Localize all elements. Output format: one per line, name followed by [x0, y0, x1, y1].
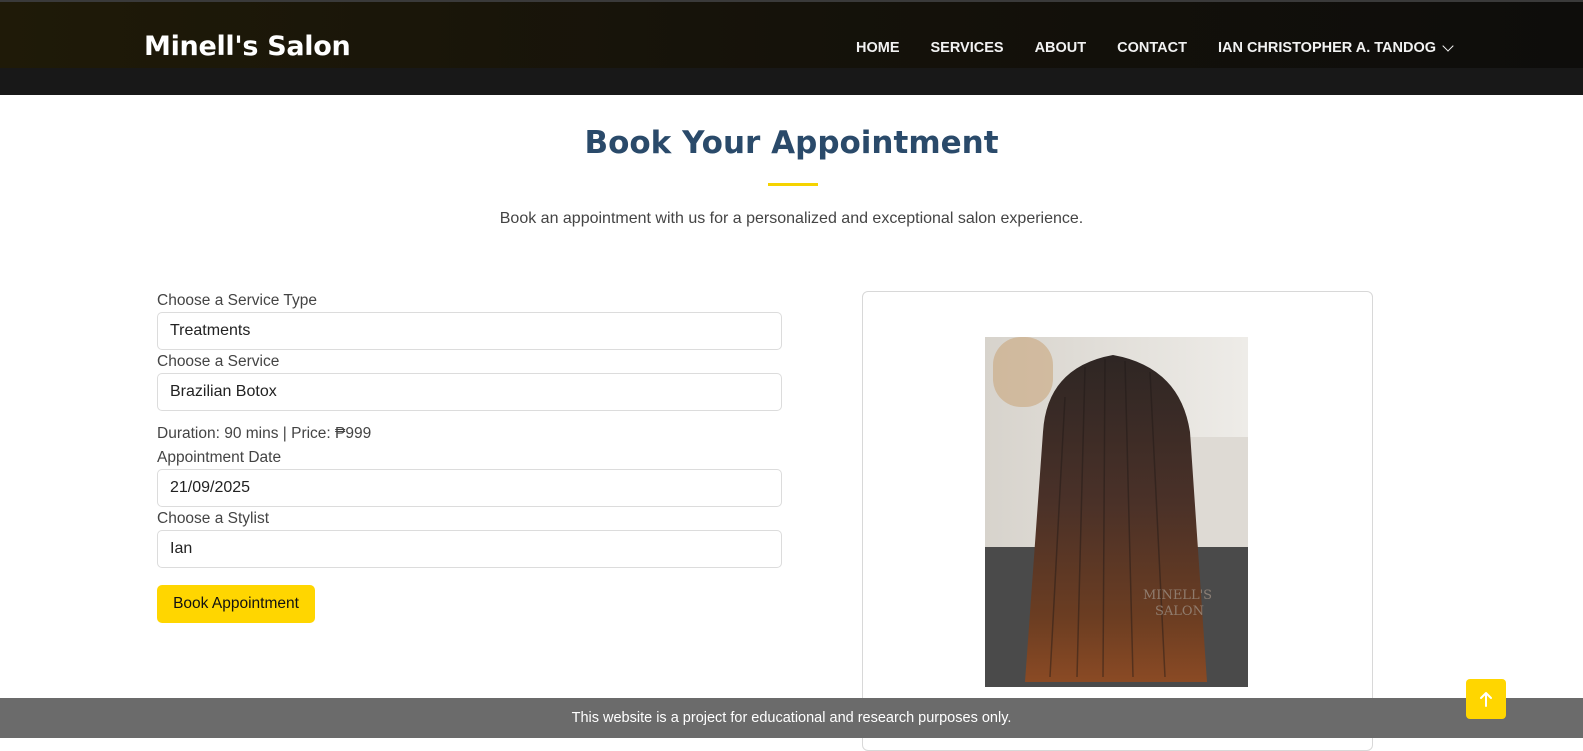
nav-about[interactable]: ABOUT	[1035, 40, 1087, 56]
navbar: Minell's Salon HOME SERVICES ABOUT CONTA…	[0, 2, 1583, 68]
brand-logo[interactable]: Minell's Salon	[144, 31, 351, 62]
service-select[interactable]: Brazilian Botox	[157, 373, 782, 411]
title-underline	[768, 183, 818, 186]
main-nav: HOME SERVICES ABOUT CONTACT IAN CHRISTOP…	[856, 39, 1454, 56]
service-type-label: Choose a Service Type	[157, 292, 317, 309]
booking-form: Choose a Service Type Treatments Choose …	[157, 290, 782, 623]
service-preview-card: MINELL'S SALON	[862, 291, 1373, 751]
svg-text:MINELL'S: MINELL'S	[1143, 588, 1212, 603]
svg-text:SALON: SALON	[1155, 604, 1204, 619]
date-label: Appointment Date	[157, 449, 282, 466]
nav-services[interactable]: SERVICES	[931, 40, 1004, 56]
back-to-top-button[interactable]	[1466, 679, 1506, 719]
arrow-up-icon	[1480, 692, 1492, 707]
user-menu[interactable]: IAN CHRISTOPHER A. TANDOG	[1217, 39, 1454, 56]
educational-notice-text: This website is a project for educationa…	[571, 710, 1012, 726]
chevron-down-icon	[1442, 39, 1454, 52]
page-title: Book Your Appointment	[584, 125, 999, 161]
nav-home[interactable]: HOME	[856, 40, 900, 56]
service-type-select[interactable]: Treatments	[157, 312, 782, 350]
educational-notice-bar: This website is a project for educationa…	[0, 698, 1583, 738]
service-duration-price: Duration: 90 mins | Price: ₱999	[157, 425, 372, 442]
hair-photo-illustration: MINELL'S SALON	[985, 337, 1248, 687]
nav-contact[interactable]: CONTACT	[1117, 40, 1187, 56]
page-subtitle: Book an appointment with us for a person…	[499, 210, 1084, 227]
stylist-label: Choose a Stylist	[157, 510, 269, 527]
site-header: Minell's Salon HOME SERVICES ABOUT CONTA…	[0, 0, 1583, 95]
stylist-select[interactable]: Ian	[157, 530, 782, 568]
book-appointment-button[interactable]: Book Appointment	[157, 585, 315, 623]
service-label: Choose a Service	[157, 353, 280, 370]
user-name: IAN CHRISTOPHER A. TANDOG	[1217, 40, 1436, 56]
service-image: MINELL'S SALON	[985, 337, 1248, 687]
date-input[interactable]: 21/09/2025	[157, 469, 782, 507]
